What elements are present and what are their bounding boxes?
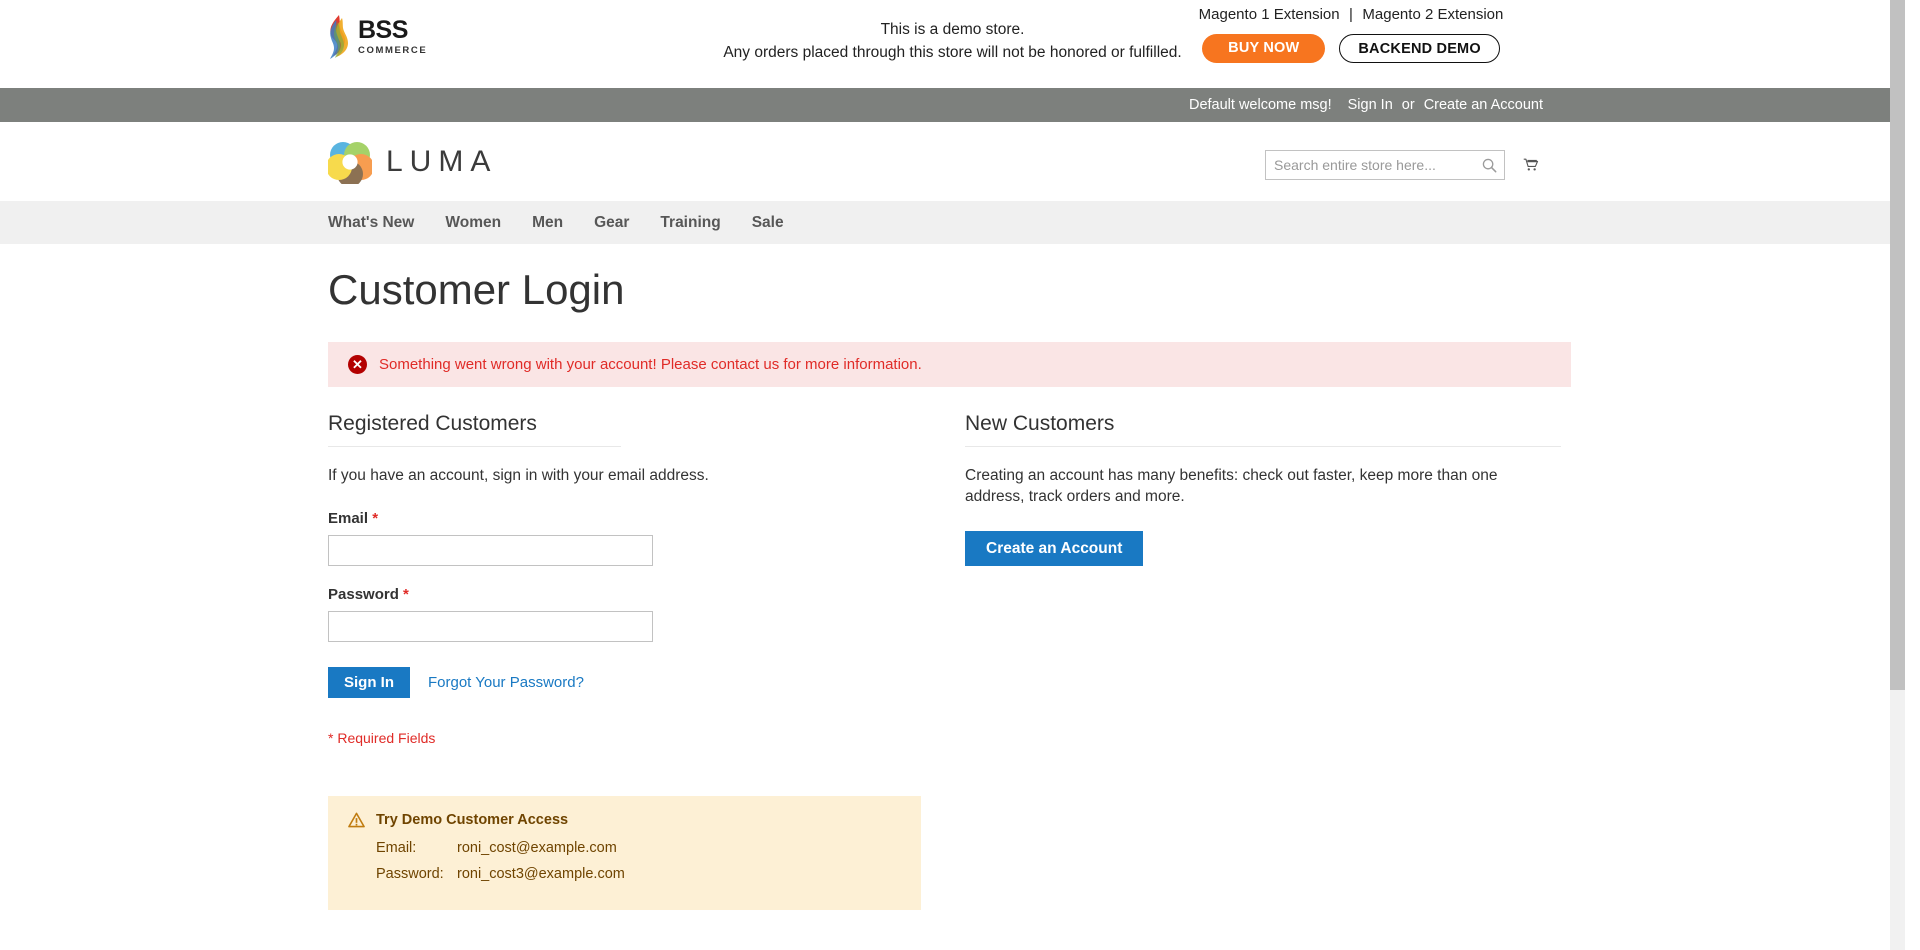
luma-mark-icon <box>326 140 374 187</box>
password-label-text: Password <box>328 586 399 603</box>
login-actions: Sign In Forgot Your Password? <box>328 667 965 698</box>
search-box[interactable] <box>1265 150 1505 180</box>
shopping-cart-icon[interactable] <box>1517 150 1545 180</box>
demo-message-line-1: This is a demo store. <box>880 21 1025 38</box>
password-input[interactable] <box>328 611 653 642</box>
demo-customer-access-panel: Try Demo Customer Access Email: roni_cos… <box>328 796 921 910</box>
demo-access-header: Try Demo Customer Access <box>348 812 921 828</box>
demo-store-message: This is a demo store. Any orders placed … <box>0 18 1905 64</box>
email-label: Email * <box>328 510 965 527</box>
password-field-group: Password * <box>328 586 965 642</box>
scrollbar-thumb[interactable] <box>1890 0 1905 690</box>
nav-item-women[interactable]: Women <box>445 214 501 232</box>
nav-item-whats-new[interactable]: What's New <box>328 214 414 232</box>
demo-access-email-value: roni_cost@example.com <box>457 840 617 856</box>
new-customers-block: New Customers Creating an account has ma… <box>965 412 1571 746</box>
warning-triangle-icon <box>348 812 365 828</box>
extension-link-separator: | <box>1349 6 1353 23</box>
registered-customers-lead: If you have an account, sign in with you… <box>328 467 709 484</box>
email-required-marker: * <box>372 510 379 527</box>
welcome-bar: Default welcome msg! Sign In or Create a… <box>0 88 1905 122</box>
magento-1-extension-link[interactable]: Magento 1 Extension <box>1199 6 1340 23</box>
demo-access-email-key: Email: <box>376 840 417 856</box>
sign-in-link[interactable]: Sign In <box>1348 97 1393 113</box>
registered-customers-block: Registered Customers If you have an acco… <box>328 412 965 746</box>
forgot-password-link[interactable]: Forgot Your Password? <box>428 674 584 691</box>
vertical-scrollbar[interactable] <box>1890 0 1905 950</box>
page-title: Customer Login <box>328 266 625 313</box>
demo-access-password-value: roni_cost3@example.com <box>457 866 625 882</box>
new-customers-divider <box>965 446 1561 447</box>
error-message-banner: ✕ Something went wrong with your account… <box>328 342 1571 387</box>
site-header: LUMA <box>0 122 1905 201</box>
registered-divider <box>328 446 621 447</box>
demo-banner-buttons: BUY NOW BACKEND DEMO <box>1186 34 1516 63</box>
nav-item-men[interactable]: Men <box>532 214 563 232</box>
nav-item-gear[interactable]: Gear <box>594 214 629 232</box>
buy-now-button[interactable]: BUY NOW <box>1202 34 1326 63</box>
nav-item-sale[interactable]: Sale <box>752 214 784 232</box>
error-message-text: Something went wrong with your account! … <box>379 356 922 373</box>
demo-store-banner: BSS COMMERCE This is a demo store. Any o… <box>0 0 1905 88</box>
welcome-message: Default welcome msg! <box>1188 97 1332 113</box>
create-account-button[interactable]: Create an Account <box>965 531 1144 566</box>
main-navigation: What's New Women Men Gear Training Sale <box>0 201 1905 244</box>
nav-item-training[interactable]: Training <box>660 214 720 232</box>
main-content: Customer Login ✕ Something went wrong wi… <box>0 244 1905 910</box>
magento-2-extension-link[interactable]: Magento 2 Extension <box>1362 6 1503 23</box>
welcome-or-text: or <box>1401 97 1415 113</box>
registered-customers-heading: Registered Customers <box>328 412 537 435</box>
search-input[interactable] <box>1266 151 1474 179</box>
login-columns: Registered Customers If you have an acco… <box>328 412 1905 746</box>
password-label: Password * <box>328 586 965 603</box>
create-account-link[interactable]: Create an Account <box>1424 97 1543 113</box>
required-fields-note: * Required Fields <box>328 730 436 746</box>
demo-access-password-key: Password: <box>376 866 444 882</box>
email-label-text: Email <box>328 510 369 527</box>
search-icon[interactable] <box>1474 151 1504 179</box>
demo-message-line-2: Any orders placed through this store wil… <box>723 44 1182 61</box>
error-circle-icon: ✕ <box>348 355 367 374</box>
password-required-marker: * <box>403 586 409 603</box>
new-customers-lead: Creating an account has many benefits: c… <box>965 467 1498 505</box>
page-root: BSS COMMERCE This is a demo store. Any o… <box>0 0 1905 950</box>
email-field-group: Email * <box>328 510 965 566</box>
demo-access-email-row: Email: roni_cost@example.com <box>348 840 921 856</box>
email-input[interactable] <box>328 535 653 566</box>
luma-logo[interactable]: LUMA <box>326 140 498 187</box>
new-customers-heading: New Customers <box>965 412 1115 435</box>
sign-in-button[interactable]: Sign In <box>328 667 410 698</box>
demo-access-title: Try Demo Customer Access <box>376 812 569 828</box>
extension-links: Magento 1 Extension | Magento 2 Extensio… <box>1186 6 1516 24</box>
demo-access-password-row: Password: roni_cost3@example.com <box>348 866 921 882</box>
backend-demo-button[interactable]: BACKEND DEMO <box>1339 34 1500 63</box>
luma-wordmark: LUMA <box>386 145 498 178</box>
